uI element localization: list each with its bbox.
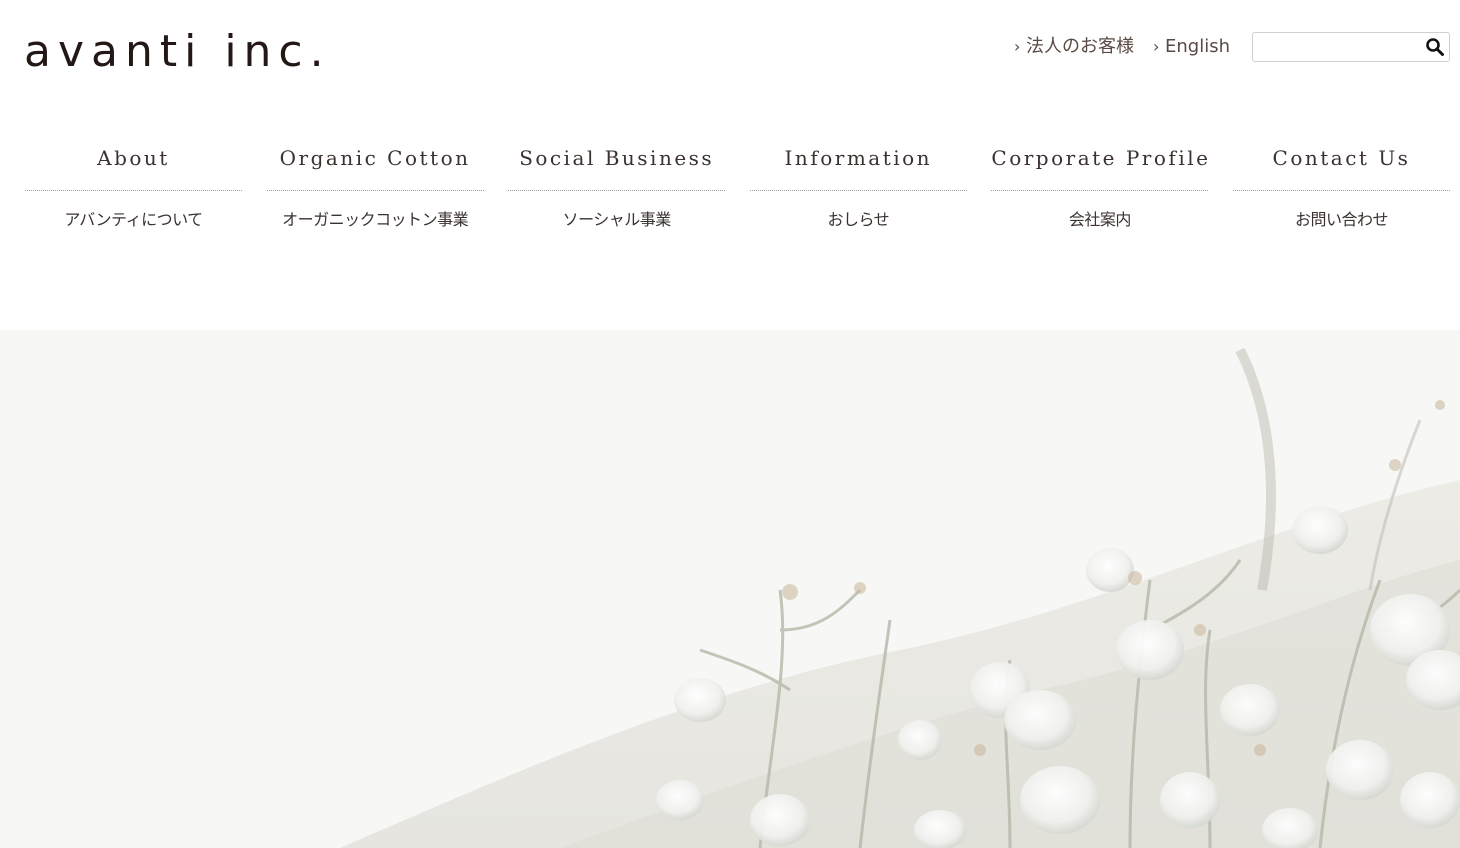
nav-item-corporate-profile-ja: 会社案内 <box>1068 210 1132 229</box>
site-logo[interactable]: avanti inc. <box>24 30 331 74</box>
nav-item-contact-us-en: Contact Us <box>1272 146 1411 170</box>
nav-item-organic-cotton[interactable]: Organic Cotton オーガニックコットン事業 <box>266 140 484 250</box>
nav-item-social-business-en: Social Business <box>519 146 715 170</box>
nav-item-about-en: About <box>97 146 170 170</box>
nav-divider <box>508 190 726 191</box>
nav-item-organic-cotton-en: Organic Cotton <box>279 146 471 170</box>
search-box <box>1252 32 1450 62</box>
nav-divider <box>266 190 484 191</box>
chevron-right-icon: › <box>1153 37 1160 56</box>
search-input[interactable] <box>1257 35 1423 59</box>
search-icon[interactable] <box>1425 37 1445 57</box>
nav-item-corporate-profile[interactable]: Corporate Profile 会社案内 <box>991 140 1211 250</box>
nav-item-contact-us-ja: お問い合わせ <box>1294 210 1389 229</box>
cotton-field-illustration <box>340 347 1460 848</box>
nav-item-about[interactable]: About アバンティについて <box>25 140 242 250</box>
nav-item-organic-cotton-ja: オーガニックコットン事業 <box>282 210 469 229</box>
nav-divider <box>991 190 1209 191</box>
nav-item-information-en: Information <box>784 146 933 170</box>
nav-divider <box>1233 190 1450 191</box>
nav-divider <box>25 190 242 191</box>
nav-item-information[interactable]: Information おしらせ <box>749 140 967 250</box>
hero-image <box>0 330 1460 848</box>
nav-item-social-business-ja: ソーシャル事業 <box>562 210 672 229</box>
english-label: English <box>1165 36 1230 57</box>
nav-item-social-business[interactable]: Social Business ソーシャル事業 <box>508 140 726 250</box>
page: avanti inc. › 法人のお客様 › English About アバンティ… <box>0 0 1460 848</box>
english-link[interactable]: › English <box>1153 36 1230 58</box>
nav-item-contact-us[interactable]: Contact Us お問い合わせ <box>1233 140 1450 250</box>
nav-item-corporate-profile-en: Corporate Profile <box>991 146 1211 170</box>
nav-item-information-ja: おしらせ <box>827 210 890 229</box>
chevron-right-icon: › <box>1014 37 1021 56</box>
corporate-customers-link[interactable]: › 法人のお客様 <box>1014 36 1134 58</box>
site-header: avanti inc. › 法人のお客様 › English About アバンティ… <box>0 0 1460 330</box>
corporate-customers-label: 法人のお客様 <box>1026 36 1134 57</box>
nav-item-about-ja: アバンティについて <box>64 210 203 229</box>
nav-divider <box>749 190 967 191</box>
